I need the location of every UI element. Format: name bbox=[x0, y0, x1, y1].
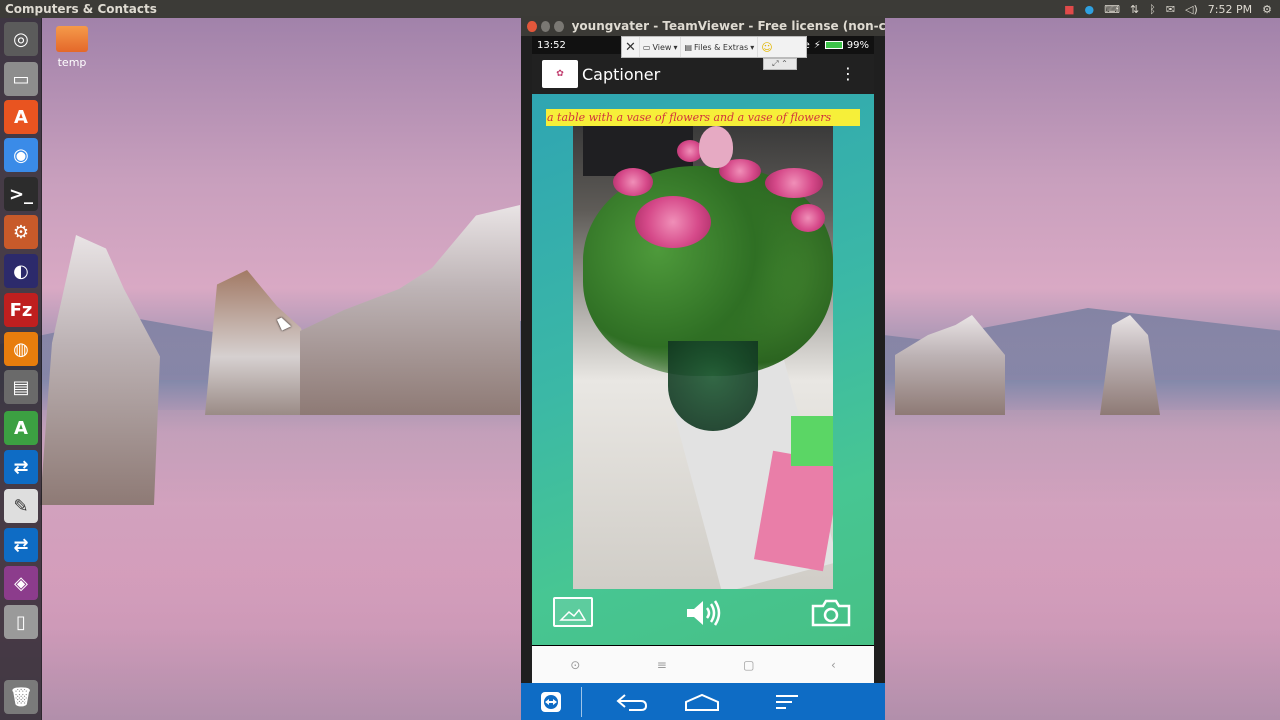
clock[interactable]: 7:52 PM bbox=[1208, 3, 1252, 16]
nav-back-icon[interactable]: ‹ bbox=[831, 658, 836, 672]
status-right: de ⚡ 99% bbox=[797, 36, 869, 54]
nav-home-icon[interactable]: ▢ bbox=[743, 658, 754, 672]
app-content: a table with a vase of flowers and a vas… bbox=[532, 94, 874, 649]
android-navbar: ⊙ ≡ ▢ ‹ bbox=[532, 646, 874, 683]
close-session-icon[interactable]: ✕ bbox=[622, 37, 640, 57]
window-maximize-button[interactable] bbox=[554, 20, 564, 32]
speaker-icon bbox=[687, 600, 721, 626]
wallpaper-rock bbox=[40, 235, 160, 505]
media-icon[interactable]: ◈ bbox=[4, 566, 38, 600]
ubuntu-dash-icon[interactable]: ◎ bbox=[4, 22, 38, 56]
back-arrow-icon[interactable] bbox=[582, 683, 682, 720]
active-window-title: Computers & Contacts bbox=[5, 2, 157, 16]
text-editor-icon[interactable]: ✎ bbox=[4, 489, 38, 523]
window-close-button[interactable] bbox=[527, 20, 537, 32]
android-studio-icon[interactable]: A bbox=[4, 411, 38, 445]
blender-icon[interactable]: ◍ bbox=[4, 332, 38, 366]
app-logo-icon: ✿ bbox=[542, 60, 578, 88]
view-menu-label: View bbox=[652, 42, 672, 52]
nav-assist-icon[interactable]: ⊙ bbox=[570, 658, 580, 672]
menu-icon[interactable] bbox=[722, 683, 852, 720]
camera-icon bbox=[811, 599, 851, 627]
status-time: 13:52 bbox=[537, 39, 566, 51]
camera-button[interactable] bbox=[810, 597, 852, 629]
teamviewer-logo-icon[interactable] bbox=[521, 683, 581, 720]
view-menu[interactable]: ▭ View ▾ bbox=[640, 37, 682, 57]
drive-icon[interactable]: ▤ bbox=[4, 370, 38, 404]
photo-rose bbox=[791, 204, 825, 232]
files-icon: ▤ bbox=[684, 42, 693, 52]
remote-phone-screen: 13:52 de ⚡ 99% ✿ Captioner ⋮ a table wit… bbox=[532, 36, 874, 699]
camera-indicator-icon[interactable]: ■ bbox=[1064, 3, 1074, 16]
gallery-button[interactable] bbox=[553, 597, 593, 627]
nav-menu-icon[interactable]: ≡ bbox=[657, 658, 667, 672]
files-extras-menu[interactable]: ▤ Files & Extras ▾ bbox=[681, 37, 759, 57]
teamviewer-window: youngvater - TeamViewer - Free license (… bbox=[521, 16, 885, 720]
monitor-icon: ▭ bbox=[642, 42, 651, 52]
chrome-icon[interactable]: ◉ bbox=[4, 138, 38, 172]
folder-icon bbox=[56, 26, 88, 52]
app-logo-glyph: ✿ bbox=[556, 69, 564, 79]
power-menu-icon[interactable]: ⚙ bbox=[1262, 3, 1272, 16]
overflow-menu-icon[interactable]: ⋮ bbox=[840, 64, 856, 83]
captioned-photo bbox=[573, 126, 833, 589]
network-indicator-icon[interactable]: ⇅ bbox=[1130, 3, 1139, 16]
photo-pink-bird bbox=[699, 126, 733, 168]
caption-text: a table with a vase of flowers and a vas… bbox=[546, 109, 860, 126]
speak-caption-button[interactable] bbox=[682, 597, 724, 629]
system-settings-icon[interactable]: ⚙ bbox=[4, 215, 38, 249]
desktop-icon-label: temp bbox=[57, 56, 87, 69]
toolbar-collapse-handle[interactable]: ⤢ ⌃ bbox=[763, 58, 797, 70]
teamviewer-titlebar[interactable]: youngvater - TeamViewer - Free license (… bbox=[521, 16, 885, 36]
photo-green-box bbox=[791, 416, 833, 466]
app-title: Captioner bbox=[582, 64, 661, 84]
teamviewer-2-icon[interactable]: ⇄ bbox=[4, 528, 38, 562]
image-icon bbox=[559, 608, 587, 621]
desktop-icon-temp[interactable]: temp bbox=[52, 26, 92, 69]
photo-rose bbox=[635, 196, 711, 248]
wallpaper-rock bbox=[300, 205, 520, 415]
system-tray: ■ ● ⌨ ⇅ ᛒ ✉ ◁) 7:52 PM ⚙ bbox=[1064, 0, 1272, 18]
photo-rose bbox=[613, 168, 653, 196]
teamviewer-icon[interactable]: ⇄ bbox=[4, 450, 38, 484]
volume-indicator-icon[interactable]: ◁) bbox=[1185, 3, 1198, 16]
teamviewer-toolbar: ✕ ▭ View ▾ ▤ Files & Extras ▾ ☺ bbox=[621, 36, 807, 58]
window-minimize-button[interactable] bbox=[540, 20, 551, 32]
home-icon[interactable] bbox=[682, 683, 722, 720]
action-buttons bbox=[532, 589, 874, 639]
eclipse-icon[interactable]: ◐ bbox=[4, 254, 38, 288]
files-icon[interactable]: ▭ bbox=[4, 62, 38, 96]
photo-vase bbox=[668, 341, 758, 431]
teamviewer-bottom-bar bbox=[521, 683, 885, 720]
files-extras-label: Files & Extras bbox=[694, 42, 749, 52]
mail-indicator-icon[interactable]: ✉ bbox=[1166, 3, 1175, 16]
app-toolbar: ✿ Captioner ⋮ bbox=[532, 54, 874, 94]
skype-indicator-icon[interactable]: ● bbox=[1084, 3, 1094, 16]
bluetooth-indicator-icon[interactable]: ᛒ bbox=[1149, 3, 1156, 16]
filezilla-icon[interactable]: Fz bbox=[4, 293, 38, 327]
battery-icon bbox=[824, 41, 843, 49]
feedback-smiley-icon[interactable]: ☺ bbox=[758, 37, 775, 57]
terminal-icon[interactable]: >_ bbox=[4, 177, 38, 211]
window-title: youngvater - TeamViewer - Free license (… bbox=[571, 19, 885, 33]
photo-rose bbox=[765, 168, 823, 198]
software-center-icon[interactable]: A bbox=[4, 100, 38, 134]
battery-percent: 99% bbox=[846, 39, 869, 51]
charging-icon: ⚡ bbox=[813, 39, 821, 51]
unity-launcher: ◎ ▭ A ◉ >_ ⚙ ◐ Fz ◍ ▤ A ⇄ ✎ ⇄ ◈ ▯ 🗑 bbox=[0, 18, 42, 720]
trash-icon[interactable]: 🗑 bbox=[4, 680, 38, 714]
device-icon[interactable]: ▯ bbox=[4, 605, 38, 639]
keyboard-indicator-icon[interactable]: ⌨ bbox=[1104, 3, 1120, 16]
